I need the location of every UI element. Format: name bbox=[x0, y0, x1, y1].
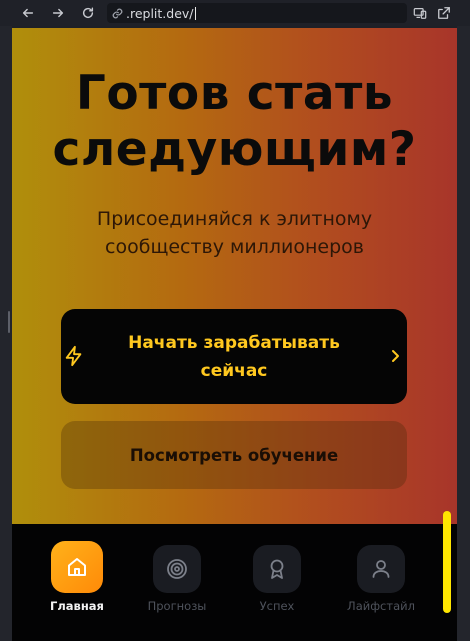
hero-subtitle: Присоединяйся к элитному сообществу милл… bbox=[12, 205, 457, 261]
browser-toolbar: .replit.dev/ bbox=[0, 0, 470, 26]
start-earning-label: Начать зарабатывать сейчас bbox=[116, 329, 352, 385]
resize-handle[interactable] bbox=[8, 311, 10, 333]
nav-label-success: Успех bbox=[259, 599, 295, 613]
arrow-left-icon bbox=[22, 8, 34, 18]
start-earning-label-line-2: сейчас bbox=[200, 361, 268, 381]
user-icon bbox=[372, 560, 390, 578]
url-text-cursor bbox=[194, 6, 196, 20]
nav-item-success[interactable]: Успех bbox=[232, 541, 322, 613]
nav-success-tile bbox=[253, 545, 301, 593]
bottom-navigation: Главная Прогнозы Успех Лайфстайл bbox=[12, 524, 457, 641]
award-icon bbox=[270, 559, 284, 579]
nav-label-forecasts: Прогнозы bbox=[147, 599, 207, 613]
frame-right-border bbox=[457, 26, 470, 641]
nav-item-forecasts[interactable]: Прогнозы bbox=[132, 541, 222, 613]
hero-subtitle-line-1: Присоединяйся к элитному bbox=[96, 208, 373, 230]
forward-button[interactable] bbox=[45, 0, 71, 26]
url-text: .replit.dev/ bbox=[126, 5, 194, 21]
nav-home-tile bbox=[51, 541, 103, 593]
start-earning-button[interactable]: Начать зарабатывать сейчас bbox=[61, 309, 407, 404]
reload-button[interactable] bbox=[75, 0, 101, 26]
nav-lifestyle-tile bbox=[357, 545, 405, 593]
external-link-icon bbox=[438, 7, 450, 19]
watch-tutorial-button[interactable]: Посмотреть обучение bbox=[61, 421, 407, 489]
app-viewport: Готов стать следующим? Присоединяйся к э… bbox=[12, 28, 457, 641]
frame-left-border bbox=[0, 26, 12, 641]
open-new-tab-button[interactable] bbox=[434, 3, 454, 23]
scrollbar-thumb[interactable] bbox=[443, 511, 451, 613]
home-icon bbox=[68, 558, 86, 576]
nav-forecasts-tile bbox=[153, 545, 201, 593]
hero-title: Готов стать следующим? bbox=[12, 66, 457, 178]
chevron-right-icon bbox=[392, 350, 399, 362]
nav-item-home[interactable]: Главная bbox=[32, 541, 122, 613]
back-button[interactable] bbox=[15, 0, 41, 26]
start-earning-label-line-1: Начать зарабатывать bbox=[128, 333, 340, 353]
hero-title-line-1: Готов стать bbox=[75, 66, 394, 121]
link-icon bbox=[112, 8, 123, 18]
devices-button[interactable] bbox=[410, 3, 430, 23]
arrow-right-icon bbox=[52, 8, 64, 18]
devices-icon bbox=[413, 8, 427, 19]
hero-title-line-2: следующим? bbox=[52, 122, 417, 177]
nav-label-lifestyle: Лайфстайл bbox=[347, 599, 415, 613]
nav-label-home: Главная bbox=[50, 599, 104, 613]
reload-icon bbox=[82, 7, 94, 19]
url-bar[interactable]: .replit.dev/ bbox=[107, 3, 407, 23]
nav-item-lifestyle[interactable]: Лайфстайл bbox=[336, 541, 426, 613]
lightning-icon bbox=[65, 345, 82, 367]
hero-subtitle-line-2: сообществу миллионеров bbox=[105, 236, 364, 258]
target-icon bbox=[167, 559, 187, 579]
